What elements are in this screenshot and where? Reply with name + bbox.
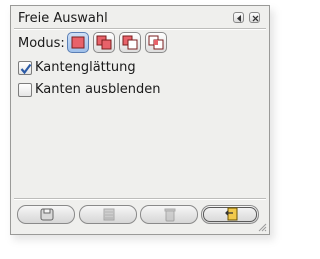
reset-options-button[interactable] (201, 205, 259, 224)
mode-subtract-button[interactable] (119, 32, 141, 53)
antialiasing-option[interactable]: Kantenglättung (18, 60, 158, 78)
delete-icon (164, 208, 176, 222)
antialiasing-label: Kantenglättung (35, 60, 136, 75)
checkmark-icon (20, 63, 32, 75)
footer-separator (14, 198, 266, 200)
antialiasing-checkbox[interactable] (18, 61, 32, 75)
menu-arrow-button[interactable] (233, 12, 244, 23)
reset-icon (225, 207, 238, 221)
feather-option[interactable]: Kanten ausblenden (18, 82, 178, 100)
close-tab-button[interactable] (249, 12, 260, 23)
save-icon (40, 208, 54, 221)
feather-label: Kanten ausblenden (35, 82, 161, 97)
restore-options-button[interactable] (79, 205, 137, 224)
mode-label: Modus: (18, 36, 65, 51)
feather-checkbox[interactable] (18, 83, 32, 97)
dialog-title: Freie Auswahl (18, 11, 108, 26)
resize-grip-icon[interactable] (257, 222, 267, 232)
tool-options-dialog: Freie Auswahl Modus: Kantenglättung Kant… (10, 5, 270, 235)
delete-options-button[interactable] (140, 205, 198, 224)
save-options-button[interactable] (17, 205, 75, 224)
close-icon (252, 15, 259, 22)
triangle-left-icon (237, 15, 241, 22)
mode-add-button[interactable] (93, 32, 115, 53)
mode-replace-button[interactable] (67, 32, 89, 53)
intersect-selection-icon (148, 35, 164, 50)
restore-icon (103, 208, 115, 221)
mode-intersect-button[interactable] (145, 32, 167, 53)
subtract-from-selection-icon (122, 35, 138, 50)
replace-selection-icon (71, 36, 85, 49)
add-to-selection-icon (96, 35, 112, 50)
header-separator (14, 28, 266, 30)
